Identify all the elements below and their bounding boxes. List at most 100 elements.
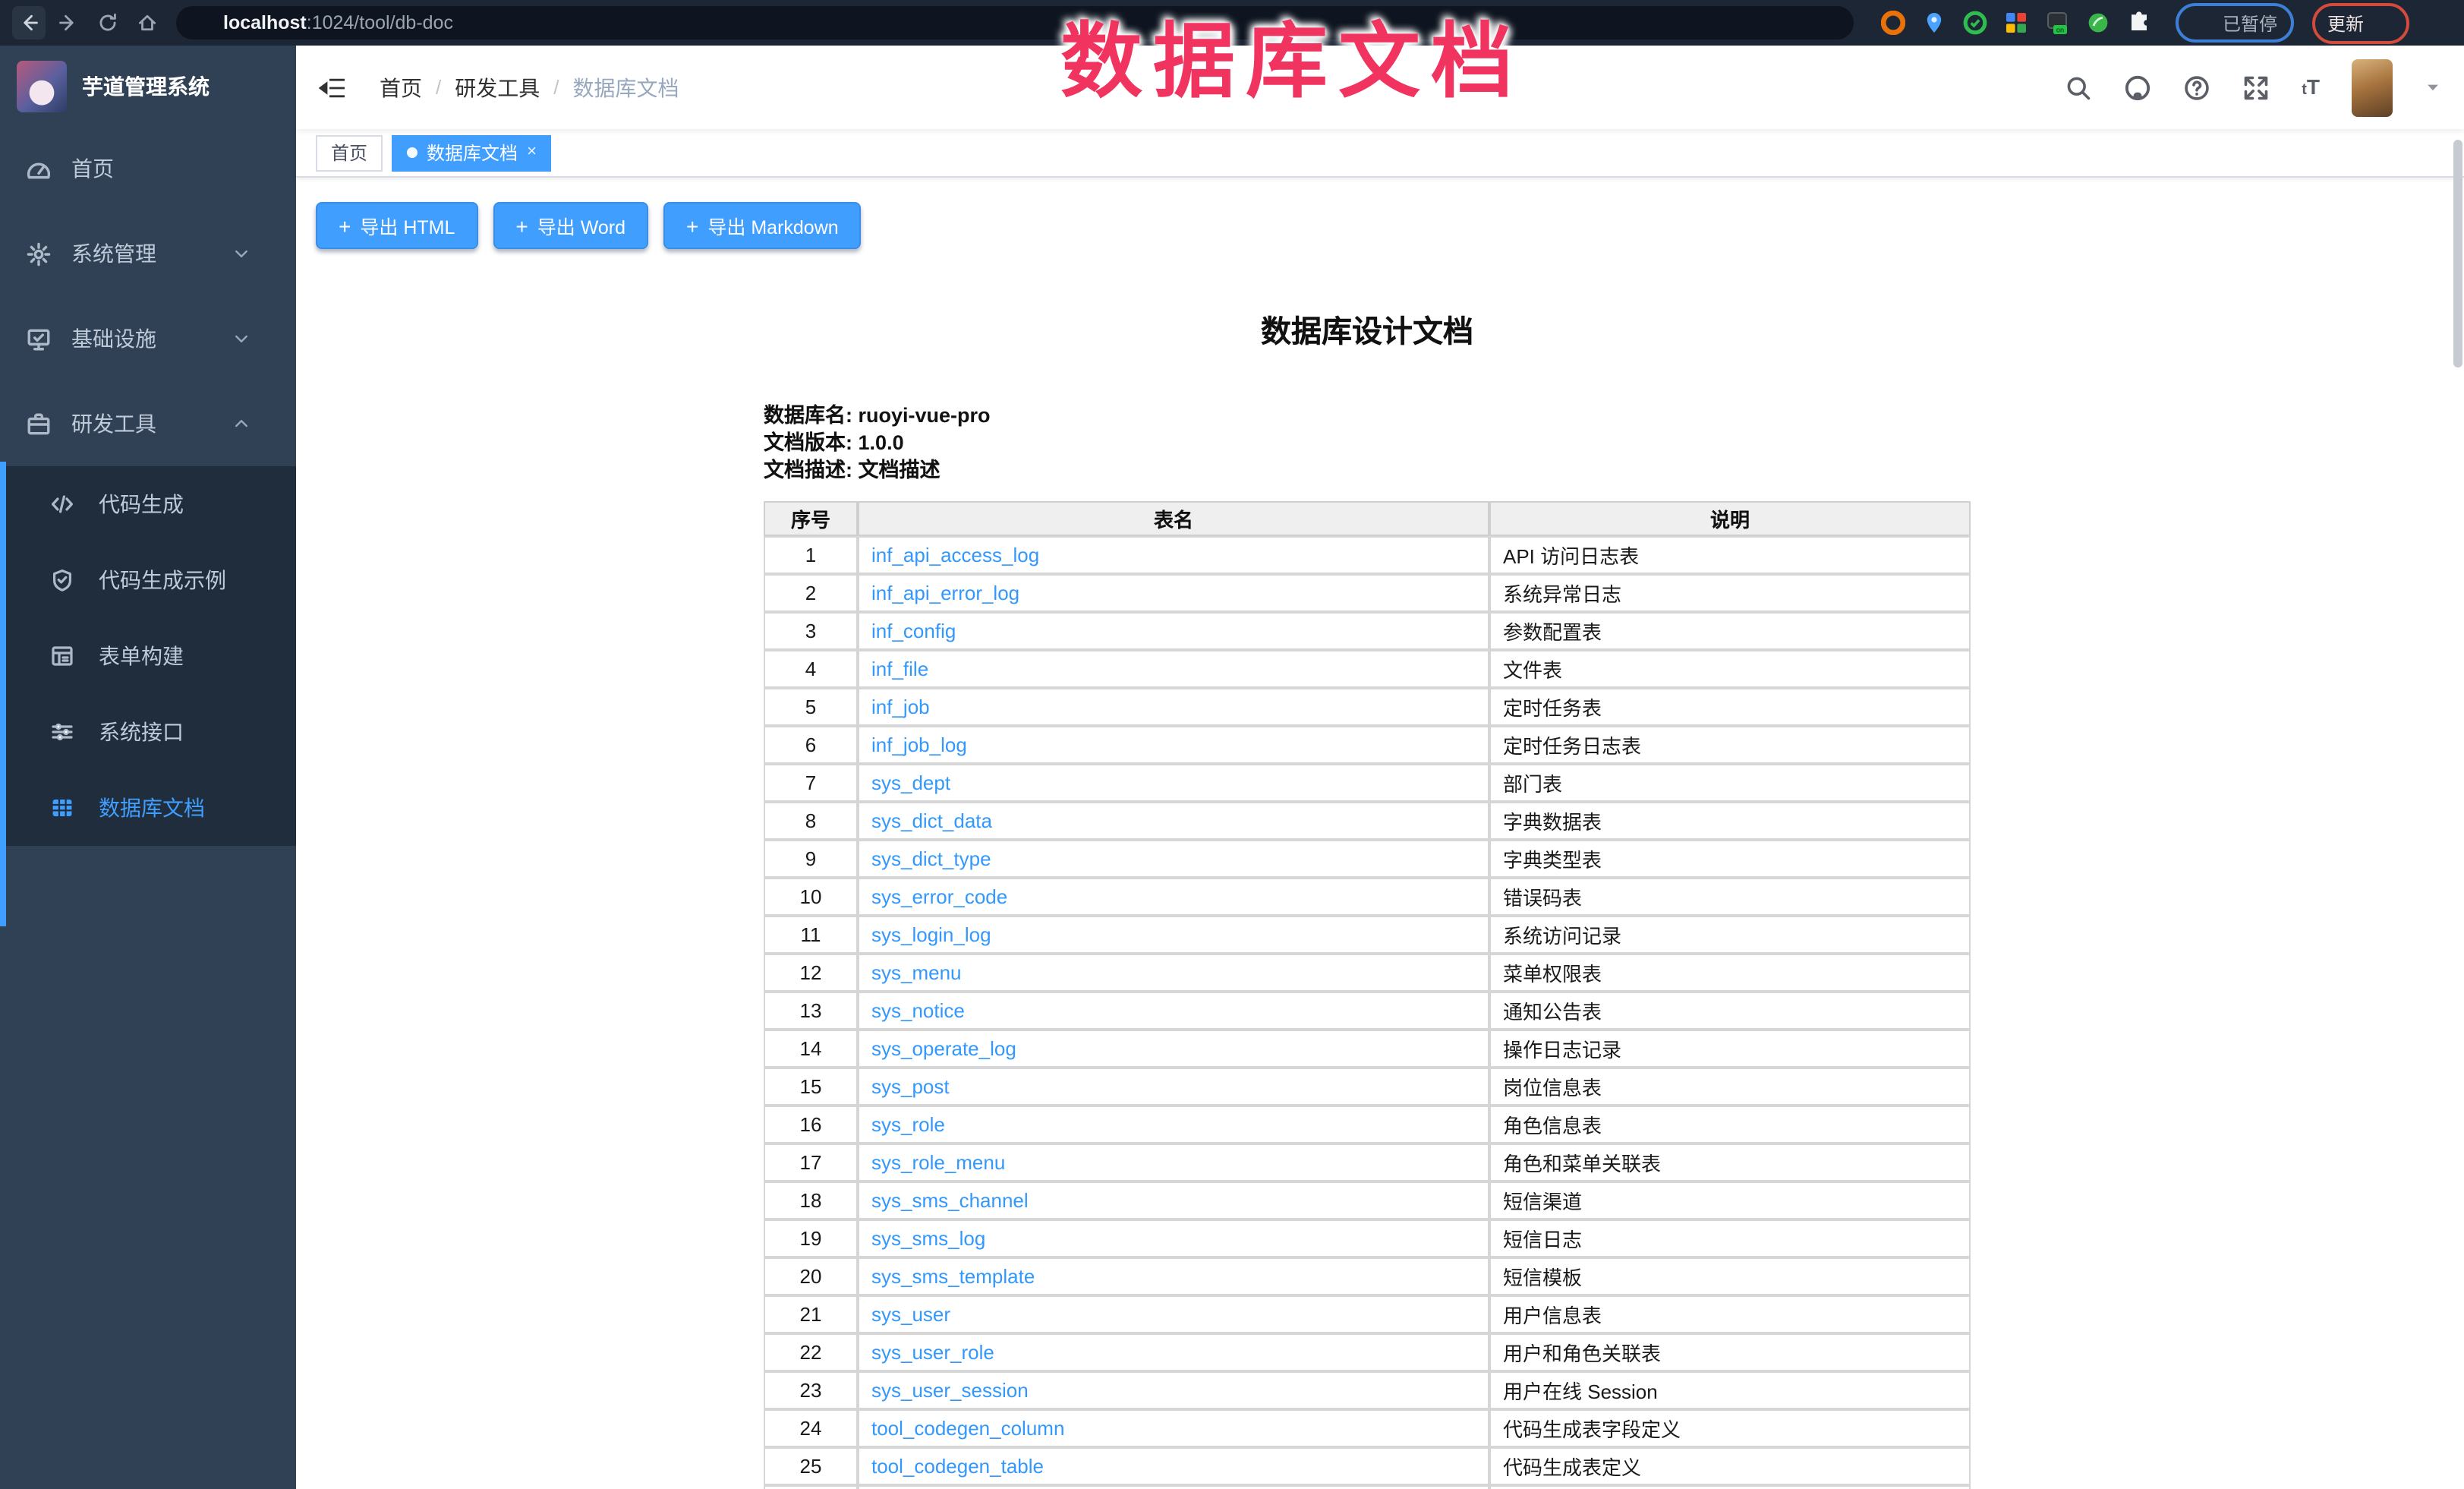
url-bar[interactable]: localhost:1024/tool/db-doc — [176, 6, 1854, 39]
sidebar-item-0[interactable]: 首页 — [0, 126, 296, 211]
table-link[interactable]: sys_user — [871, 1303, 950, 1326]
extension-leaf-icon[interactable] — [2086, 11, 2110, 35]
db-doc: 数据库设计文档 数据库名: ruoyi-vue-pro文档版本: 1.0.0文档… — [764, 307, 1971, 1489]
extension-green-check-icon[interactable] — [1963, 11, 1987, 35]
row-desc: 短信模板 — [1489, 1257, 1971, 1295]
question-icon[interactable] — [2183, 74, 2210, 101]
sidebar-subitem-3[interactable]: 系统接口 — [0, 694, 296, 770]
table-link[interactable]: sys_role_menu — [871, 1151, 1005, 1174]
avatar[interactable] — [2352, 58, 2393, 116]
row-name: inf_api_access_log — [858, 536, 1489, 574]
doc-info-row: 文档描述: 文档描述 — [764, 457, 1971, 484]
sidebar-item-1[interactable]: 系统管理 — [0, 211, 296, 296]
sidebar-subitem-2[interactable]: 表单构建 — [0, 618, 296, 694]
table-link[interactable]: sys_sms_log — [871, 1227, 985, 1250]
extension-icons: on — [1881, 11, 2151, 35]
sidebar-item-2[interactable]: 基础设施 — [0, 296, 296, 381]
extension-orange-icon[interactable] — [1881, 11, 1905, 35]
back-button[interactable] — [12, 6, 46, 39]
github-icon[interactable] — [2124, 74, 2151, 101]
extension-pin-icon[interactable] — [1922, 11, 1946, 35]
search-icon[interactable] — [2065, 74, 2092, 101]
table-link[interactable]: sys_error_code — [871, 885, 1007, 908]
browser-nav-buttons — [12, 6, 164, 39]
export-button-1[interactable]: +导出 Word — [493, 202, 648, 249]
breadcrumb-item-0[interactable]: 首页 — [380, 72, 422, 103]
info-icon[interactable] — [191, 13, 211, 33]
url-text: localhost:1024/tool/db-doc — [223, 12, 453, 33]
sidebar-fold-icon[interactable] — [319, 75, 346, 99]
kebab-menu-icon[interactable] — [2374, 13, 2394, 33]
table-link[interactable]: inf_config — [871, 620, 956, 642]
table-row: 8 sys_dict_data 字典数据表 — [764, 802, 1971, 840]
breadcrumb-item-1[interactable]: 研发工具 — [455, 72, 540, 103]
table-link[interactable]: sys_menu — [871, 961, 962, 984]
extension-puzzle-icon[interactable] — [2127, 11, 2151, 35]
close-tab-icon[interactable]: × — [527, 144, 537, 161]
table-link[interactable]: sys_user_role — [871, 1341, 994, 1364]
font-size-icon[interactable]: tT — [2302, 76, 2320, 99]
table-link[interactable]: sys_sms_channel — [871, 1189, 1029, 1212]
breadcrumb-separator: / — [553, 76, 559, 99]
row-num: 15 — [764, 1068, 858, 1106]
table-link[interactable]: inf_api_error_log — [871, 582, 1019, 604]
table-link[interactable]: inf_job_log — [871, 733, 967, 756]
key-icon[interactable] — [1773, 12, 1794, 33]
table-link[interactable]: sys_post — [871, 1075, 950, 1098]
table-link[interactable]: inf_job — [871, 696, 930, 718]
page-scrollbar-thumb[interactable] — [2453, 140, 2462, 368]
tab-0[interactable]: 首页 — [316, 134, 383, 171]
column-header-1: 表名 — [858, 501, 1489, 536]
row-name: sys_role_menu — [858, 1144, 1489, 1181]
table-link[interactable]: sys_dept — [871, 771, 950, 794]
caret-down-icon[interactable] — [2425, 79, 2441, 96]
table-row: 11 sys_login_log 系统访问记录 — [764, 916, 1971, 954]
table-link[interactable]: sys_user_session — [871, 1379, 1029, 1402]
url-host: localhost — [223, 12, 307, 33]
row-name: sys_dept — [858, 764, 1489, 802]
table-link[interactable]: inf_api_access_log — [871, 544, 1039, 566]
update-button[interactable]: 更新 — [2312, 2, 2409, 43]
table-link[interactable]: sys_login_log — [871, 923, 991, 946]
tab-1[interactable]: 数据库文档 × — [392, 134, 552, 171]
table-link[interactable]: tool_codegen_column — [871, 1417, 1064, 1440]
fullscreen-icon[interactable] — [2242, 74, 2270, 101]
sidebar-logo-bar[interactable]: 芋道管理系统 — [0, 46, 296, 126]
button-label: 导出 Markdown — [707, 211, 838, 240]
table-link[interactable]: inf_file — [871, 658, 928, 680]
row-name: sys_operate_log — [858, 1030, 1489, 1068]
translate-paused-chip[interactable]: 已暂停 — [2176, 3, 2294, 43]
row-num: 8 — [764, 802, 858, 840]
table-row: 2 inf_api_error_log 系统异常日志 — [764, 574, 1971, 612]
forward-button[interactable] — [52, 6, 85, 39]
extension-grid-icon[interactable] — [2004, 11, 2028, 35]
sidebar-subitem-1[interactable]: 代码生成示例 — [0, 542, 296, 618]
row-desc: 通知公告表 — [1489, 992, 1971, 1030]
reload-button[interactable] — [91, 6, 124, 39]
screenshot-root: localhost:1024/tool/db-doc on 已暂停 更新 芋道管… — [0, 0, 2464, 1489]
row-name: sys_user_session — [858, 1371, 1489, 1409]
table-link[interactable]: sys_dict_data — [871, 809, 992, 832]
export-button-0[interactable]: +导出 HTML — [316, 202, 477, 249]
row-name: sys_sms_channel — [858, 1181, 1489, 1219]
sidebar-item-3[interactable]: 研发工具 — [0, 381, 296, 466]
home-button[interactable] — [131, 6, 164, 39]
table-link[interactable]: tool_codegen_table — [871, 1455, 1044, 1478]
sidebar-subitem-4[interactable]: 数据库文档 — [0, 770, 296, 846]
url-path: :1024/tool/db-doc — [307, 12, 453, 33]
tab-label: 数据库文档 — [427, 140, 518, 166]
table-link[interactable]: sys_dict_type — [871, 847, 991, 870]
doc-info-row: 数据库名: ruoyi-vue-pro — [764, 402, 1971, 430]
star-icon[interactable] — [1816, 11, 1839, 34]
table-row: 3 inf_config 参数配置表 — [764, 612, 1971, 650]
extension-on-badge-icon[interactable]: on — [2045, 11, 2069, 35]
table-link[interactable]: sys_sms_template — [871, 1265, 1035, 1288]
table-row: 23 sys_user_session 用户在线 Session — [764, 1371, 1971, 1409]
sidebar-subitem-0[interactable]: 代码生成 — [0, 466, 296, 542]
active-menu-rail — [0, 462, 6, 926]
export-button-2[interactable]: +导出 Markdown — [663, 202, 862, 249]
table-link[interactable]: sys_role — [871, 1113, 945, 1136]
table-link[interactable]: sys_operate_log — [871, 1037, 1016, 1060]
table-link[interactable]: sys_notice — [871, 999, 965, 1022]
row-num: 26 — [764, 1485, 858, 1489]
